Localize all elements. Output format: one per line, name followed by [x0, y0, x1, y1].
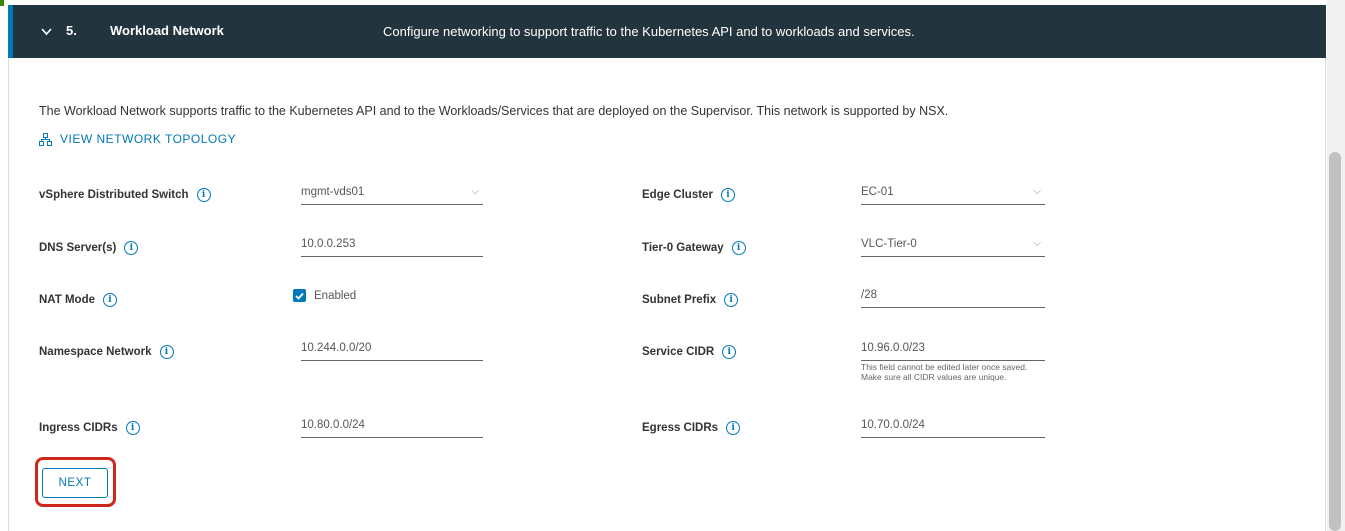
subnet-prefix-value: /28: [861, 289, 877, 301]
chevron-down-icon: ⌵: [1033, 238, 1041, 249]
service-cidr-label-text: Service CIDR: [642, 346, 715, 358]
subnet-prefix-label: Subnet Prefix i: [642, 293, 739, 307]
service-cidr-input[interactable]: 10.96.0.0/23: [861, 339, 1045, 361]
info-icon[interactable]: i: [731, 241, 746, 255]
namespace-network-label: Namespace Network i: [39, 345, 174, 359]
vds-label: vSphere Distributed Switch i: [39, 188, 211, 202]
ingress-value: 10.80.0.0/24: [301, 419, 365, 431]
namespace-network-input[interactable]: 10.244.0.0/20: [301, 339, 483, 361]
egress-value: 10.70.0.0/24: [861, 419, 925, 431]
service-cidr-label: Service CIDR i: [642, 345, 737, 359]
tier0-label: Tier-0 Gateway i: [642, 241, 746, 255]
subnet-prefix-input[interactable]: /28: [861, 286, 1045, 308]
chevron-down-icon: ⌵: [471, 186, 479, 197]
status-indicator: [0, 0, 4, 6]
step-header[interactable]: 5. Workload Network Configure networking…: [8, 5, 1326, 58]
step-body: The Workload Network supports traffic to…: [8, 58, 1326, 531]
vds-label-text: vSphere Distributed Switch: [39, 189, 189, 201]
chevron-down-icon[interactable]: [41, 24, 52, 39]
service-cidr-value: 10.96.0.0/23: [861, 342, 925, 354]
info-icon[interactable]: i: [726, 421, 741, 435]
edge-cluster-label: Edge Cluster i: [642, 188, 735, 202]
edge-cluster-select[interactable]: EC-01 ⌵: [861, 183, 1045, 205]
nat-checkbox[interactable]: Enabled: [293, 289, 356, 302]
tier0-label-text: Tier-0 Gateway: [642, 242, 724, 254]
vds-select[interactable]: mgmt-vds01 ⌵: [301, 183, 483, 205]
info-icon[interactable]: i: [125, 421, 140, 435]
info-icon[interactable]: i: [103, 293, 118, 307]
tier0-value: VLC-Tier-0: [861, 238, 917, 250]
nat-label: NAT Mode i: [39, 293, 118, 307]
ingress-label-text: Ingress CIDRs: [39, 422, 118, 434]
step-title: Workload Network: [110, 23, 224, 38]
view-network-topology-link[interactable]: VIEW NETWORK TOPOLOGY: [39, 132, 236, 146]
namespace-network-label-text: Namespace Network: [39, 346, 152, 358]
ingress-input[interactable]: 10.80.0.0/24: [301, 416, 483, 438]
step-description: Configure networking to support traffic …: [383, 24, 915, 39]
checkmark-icon[interactable]: [293, 289, 306, 302]
service-cidr-hint: This field cannot be edited later once s…: [861, 362, 1028, 382]
egress-input[interactable]: 10.70.0.0/24: [861, 416, 1045, 438]
edge-cluster-value: EC-01: [861, 186, 894, 198]
network-topology-icon: [39, 132, 52, 146]
ingress-label: Ingress CIDRs i: [39, 421, 140, 435]
edge-cluster-label-text: Edge Cluster: [642, 189, 713, 201]
nat-value: Enabled: [314, 289, 357, 302]
info-icon[interactable]: i: [196, 188, 211, 202]
egress-label-text: Egress CIDRs: [642, 422, 719, 434]
info-icon[interactable]: i: [124, 241, 139, 255]
namespace-network-value: 10.244.0.0/20: [301, 342, 372, 354]
scrollbar-thumb[interactable]: [1329, 152, 1341, 531]
info-icon[interactable]: i: [722, 345, 737, 359]
step-number: 5.: [66, 23, 77, 38]
dns-label-text: DNS Server(s): [39, 242, 117, 254]
tier0-select[interactable]: VLC-Tier-0 ⌵: [861, 235, 1045, 257]
info-icon[interactable]: i: [720, 188, 735, 202]
subnet-prefix-label-text: Subnet Prefix: [642, 294, 717, 306]
intro-text: The Workload Network supports traffic to…: [39, 104, 949, 118]
topology-link-label: VIEW NETWORK TOPOLOGY: [60, 132, 237, 146]
info-icon[interactable]: i: [159, 345, 174, 359]
next-button[interactable]: NEXT: [42, 468, 108, 498]
egress-label: Egress CIDRs i: [642, 421, 741, 435]
chevron-down-icon: ⌵: [1033, 186, 1041, 197]
nat-label-text: NAT Mode: [39, 294, 96, 306]
info-icon[interactable]: i: [724, 293, 739, 307]
dns-label: DNS Server(s) i: [39, 241, 139, 255]
dns-value: 10.0.0.253: [301, 238, 356, 250]
dns-input[interactable]: 10.0.0.253: [301, 235, 483, 257]
vds-value: mgmt-vds01: [301, 186, 365, 198]
workload-network-page: 5. Workload Network Configure networking…: [0, 0, 1345, 531]
